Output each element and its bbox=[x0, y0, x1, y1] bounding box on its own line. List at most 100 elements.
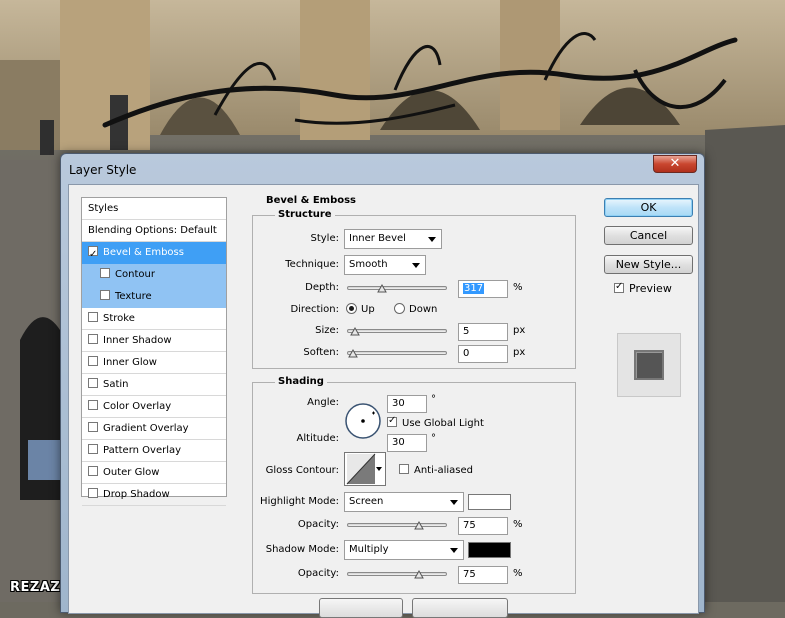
size-input[interactable]: 5 bbox=[458, 323, 508, 341]
depth-input[interactable]: 317 bbox=[458, 280, 508, 298]
size-slider[interactable] bbox=[347, 326, 447, 336]
checkbox-unchecked-icon[interactable] bbox=[88, 466, 98, 476]
angle-input[interactable]: 30 bbox=[387, 395, 427, 413]
styles-list-item[interactable]: Bevel & Emboss bbox=[82, 242, 226, 265]
styles-list-item[interactable]: Contour bbox=[82, 264, 226, 286]
styles-list-item-label: Stroke bbox=[103, 313, 135, 324]
styles-list-item[interactable]: Outer Glow bbox=[82, 462, 226, 484]
depth-unit: % bbox=[513, 282, 523, 293]
ok-button[interactable]: OK bbox=[604, 198, 693, 217]
checkbox-unchecked-icon[interactable] bbox=[88, 334, 98, 344]
depth-label: Depth: bbox=[305, 282, 339, 293]
shadow-opacity-unit: % bbox=[513, 568, 523, 579]
checkbox-unchecked-icon bbox=[399, 464, 409, 474]
soften-label: Soften: bbox=[303, 347, 339, 358]
checkbox-checked-icon bbox=[387, 415, 397, 427]
chevron-down-icon bbox=[450, 500, 458, 505]
slider-thumb-icon[interactable] bbox=[414, 520, 424, 530]
highlight-mode-label: Highlight Mode: bbox=[260, 496, 339, 507]
styles-list-item[interactable]: Styles bbox=[82, 198, 226, 220]
angle-dial[interactable] bbox=[344, 402, 382, 440]
checkbox-unchecked-icon[interactable] bbox=[88, 378, 98, 388]
style-label: Style: bbox=[310, 233, 340, 244]
checkbox-checked-icon bbox=[614, 281, 624, 293]
preview-label: Preview bbox=[629, 282, 672, 295]
styles-list-item[interactable]: Texture bbox=[82, 286, 226, 308]
styles-list-item[interactable]: Stroke bbox=[82, 308, 226, 330]
styles-list-item[interactable]: Inner Glow bbox=[82, 352, 226, 374]
calligraphy-overlay bbox=[102, 32, 738, 128]
checkbox-unchecked-icon[interactable] bbox=[100, 290, 110, 300]
checkbox-unchecked-icon[interactable] bbox=[100, 268, 110, 278]
styles-list-item-label: Color Overlay bbox=[103, 401, 172, 412]
cancel-button[interactable]: Cancel bbox=[604, 226, 693, 245]
slider-thumb-icon[interactable] bbox=[414, 569, 424, 579]
shadow-opacity-input[interactable]: 75 bbox=[458, 566, 508, 584]
checkbox-unchecked-icon[interactable] bbox=[88, 400, 98, 410]
depth-input-value: 317 bbox=[463, 283, 485, 294]
styles-list-item[interactable]: Pattern Overlay bbox=[82, 440, 226, 462]
reset-to-default-button[interactable] bbox=[412, 598, 508, 618]
direction-up-radio[interactable]: Up bbox=[346, 303, 375, 315]
soften-slider[interactable] bbox=[347, 348, 447, 358]
checkbox-checked-icon[interactable] bbox=[88, 244, 98, 265]
soften-input[interactable]: 0 bbox=[458, 345, 508, 363]
slider-thumb-icon[interactable] bbox=[349, 326, 360, 336]
checkbox-unchecked-icon[interactable] bbox=[88, 444, 98, 454]
highlight-mode-select[interactable]: Screen bbox=[344, 492, 464, 512]
shadow-mode-select[interactable]: Multiply bbox=[344, 540, 464, 560]
styles-list-item[interactable]: Gradient Overlay bbox=[82, 418, 226, 440]
styles-list-item[interactable]: Color Overlay bbox=[82, 396, 226, 418]
direction-down-radio[interactable]: Down bbox=[394, 303, 437, 315]
highlight-opacity-slider[interactable] bbox=[347, 520, 447, 530]
checkbox-unchecked-icon[interactable] bbox=[88, 422, 98, 432]
checkbox-unchecked-icon[interactable] bbox=[88, 356, 98, 366]
style-select[interactable]: Inner Bevel bbox=[344, 229, 442, 249]
shading-heading: Shading bbox=[275, 376, 327, 387]
layer-style-dialog: Layer Style ✕ Styles Blending Options: De… bbox=[60, 153, 705, 618]
new-style-button[interactable]: New Style... bbox=[604, 255, 693, 274]
angle-degree: ° bbox=[431, 394, 436, 405]
altitude-input[interactable]: 30 bbox=[387, 434, 427, 452]
shadow-color-swatch[interactable] bbox=[468, 542, 511, 558]
size-unit: px bbox=[513, 325, 526, 336]
slider-thumb-icon[interactable] bbox=[348, 348, 358, 358]
close-button[interactable]: ✕ bbox=[653, 155, 697, 173]
styles-list-item-label: Texture bbox=[115, 291, 152, 302]
shadow-opacity-slider[interactable] bbox=[347, 569, 447, 579]
depth-slider[interactable] bbox=[347, 283, 447, 293]
highlight-color-swatch[interactable] bbox=[468, 494, 511, 510]
gloss-contour-picker[interactable] bbox=[344, 452, 386, 486]
slider-thumb-icon[interactable] bbox=[377, 283, 387, 293]
contour-linear-icon bbox=[346, 453, 376, 485]
use-global-light-checkbox[interactable]: Use Global Light bbox=[387, 415, 484, 429]
styles-list-item[interactable]: Satin bbox=[82, 374, 226, 396]
preview-thumbnail bbox=[634, 350, 664, 380]
styles-list-item-label: Gradient Overlay bbox=[103, 423, 189, 434]
shading-frame bbox=[252, 382, 576, 594]
chevron-down-icon bbox=[412, 263, 420, 268]
shadow-opacity-label: Opacity: bbox=[297, 568, 339, 579]
anti-aliased-checkbox[interactable]: Anti-aliased bbox=[399, 464, 473, 476]
make-default-button[interactable] bbox=[319, 598, 403, 618]
technique-select-value: Smooth bbox=[349, 259, 388, 270]
highlight-opacity-input[interactable]: 75 bbox=[458, 517, 508, 535]
technique-label: Technique: bbox=[285, 259, 339, 270]
preview-checkbox[interactable]: Preview bbox=[614, 281, 672, 295]
styles-list-item-label: Inner Shadow bbox=[103, 335, 172, 346]
styles-list-item[interactable]: Drop Shadow bbox=[82, 484, 226, 506]
checkbox-unchecked-icon[interactable] bbox=[88, 312, 98, 322]
dialog-client-area: Styles Blending Options: Default Bevel & E… bbox=[68, 184, 699, 618]
anti-aliased-label: Anti-aliased bbox=[414, 465, 474, 476]
styles-list-item-label: Pattern Overlay bbox=[103, 445, 182, 456]
size-label: Size: bbox=[315, 325, 339, 336]
technique-select[interactable]: Smooth bbox=[344, 255, 426, 275]
direction-down-label: Down bbox=[409, 304, 438, 315]
altitude-degree: ° bbox=[431, 433, 436, 444]
styles-list-item[interactable]: Inner Shadow bbox=[82, 330, 226, 352]
styles-list-item[interactable]: Blending Options: Default bbox=[82, 220, 226, 242]
radio-off-icon bbox=[394, 303, 405, 314]
soften-unit: px bbox=[513, 347, 526, 358]
checkbox-unchecked-icon[interactable] bbox=[88, 488, 98, 498]
direction-up-label: Up bbox=[361, 304, 375, 315]
